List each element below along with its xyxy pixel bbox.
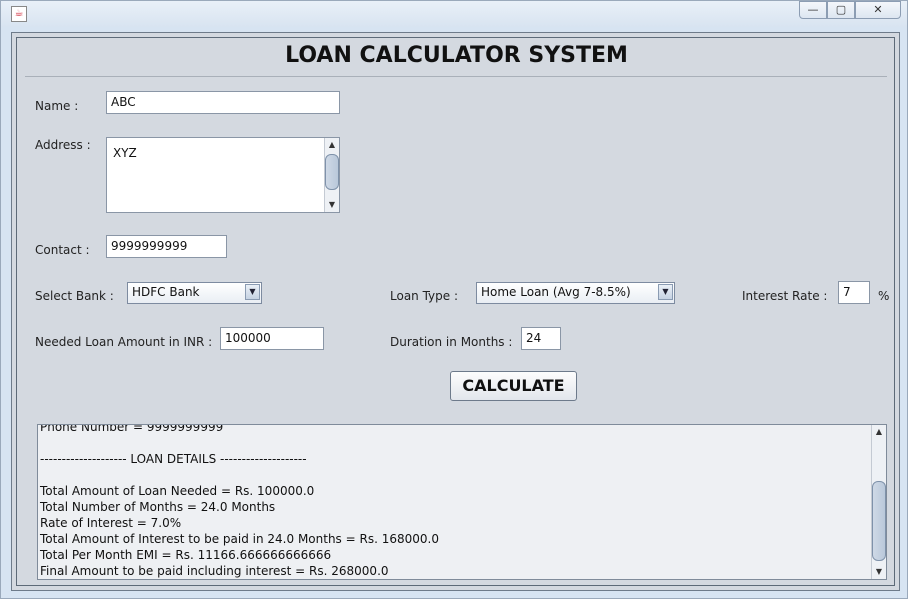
chevron-down-icon[interactable]: ▼ [658, 284, 673, 300]
contact-field[interactable]: 9999999999 [106, 235, 227, 258]
result-line: Total Number of Months = 24.0 Months [40, 500, 276, 514]
contact-label: Contact : [35, 243, 90, 257]
address-scrollbar[interactable]: ▲ ▼ [324, 138, 339, 212]
loan-type-label: Loan Type : [390, 289, 459, 303]
address-label: Address : [35, 138, 91, 152]
scroll-down-icon[interactable]: ▼ [325, 198, 339, 212]
result-line: Total Amount of Loan Needed = Rs. 100000… [40, 484, 315, 498]
result-lines: Phone Number = 9999999999 ---------------… [40, 424, 870, 579]
form-container: LOAN CALCULATOR SYSTEM Name : ABC Addres… [16, 37, 895, 586]
percent-unit-label: % [878, 289, 890, 303]
main-panel: LOAN CALCULATOR SYSTEM Name : ABC Addres… [11, 32, 900, 591]
minimize-button[interactable]: — [799, 1, 827, 19]
bank-select[interactable]: HDFC Bank ▼ [127, 282, 262, 304]
duration-field[interactable]: 24 [521, 327, 561, 350]
address-scroll-thumb[interactable] [325, 154, 339, 190]
result-scrollbar[interactable]: ▲ ▼ [871, 425, 886, 579]
result-line: Phone Number = 9999999999 [40, 424, 224, 434]
result-scroll-thumb[interactable] [872, 481, 886, 561]
result-line [40, 467, 870, 483]
java-cup-icon: ☕ [11, 6, 27, 22]
result-line: Final Amount to be paid including intere… [40, 564, 389, 578]
title-divider [25, 76, 887, 77]
app-window: ☕ — ▢ ✕ LOAN CALCULATOR SYSTEM Name : AB… [0, 0, 908, 599]
chevron-down-icon[interactable]: ▼ [245, 284, 260, 300]
name-field[interactable]: ABC [106, 91, 340, 114]
select-bank-label: Select Bank : [35, 289, 114, 303]
address-text: XYZ [113, 146, 137, 160]
calculate-button[interactable]: CALCULATE [450, 371, 577, 401]
maximize-button[interactable]: ▢ [827, 1, 855, 19]
result-line: -------------------- LOAN DETAILS ------… [40, 452, 307, 466]
interest-rate-label: Interest Rate : [742, 289, 828, 303]
result-line: Total Per Month EMI = Rs. 11166.66666666… [40, 548, 332, 562]
title-bar[interactable]: ☕ — ▢ ✕ [1, 1, 907, 27]
bank-select-value: HDFC Bank [132, 285, 200, 299]
close-button[interactable]: ✕ [855, 1, 901, 19]
result-line [40, 435, 870, 451]
page-title: LOAN CALCULATOR SYSTEM [285, 43, 628, 68]
scroll-up-icon[interactable]: ▲ [872, 425, 886, 439]
loan-amount-label: Needed Loan Amount in INR : [35, 335, 213, 349]
duration-label: Duration in Months : [390, 335, 513, 349]
scroll-down-icon[interactable]: ▼ [872, 565, 886, 579]
loan-type-select-value: Home Loan (Avg 7-8.5%) [481, 285, 631, 299]
scroll-up-icon[interactable]: ▲ [325, 138, 339, 152]
result-textarea[interactable]: Phone Number = 9999999999 ---------------… [37, 424, 887, 580]
address-textarea[interactable]: XYZ ▲ ▼ [106, 137, 340, 213]
result-line: Total Amount of Interest to be paid in 2… [40, 532, 439, 546]
result-line: Rate of Interest = 7.0% [40, 516, 182, 530]
interest-rate-field[interactable]: 7 [838, 281, 870, 304]
loan-amount-field[interactable]: 100000 [220, 327, 324, 350]
name-label: Name : [35, 99, 79, 113]
loan-type-select[interactable]: Home Loan (Avg 7-8.5%) ▼ [476, 282, 675, 304]
